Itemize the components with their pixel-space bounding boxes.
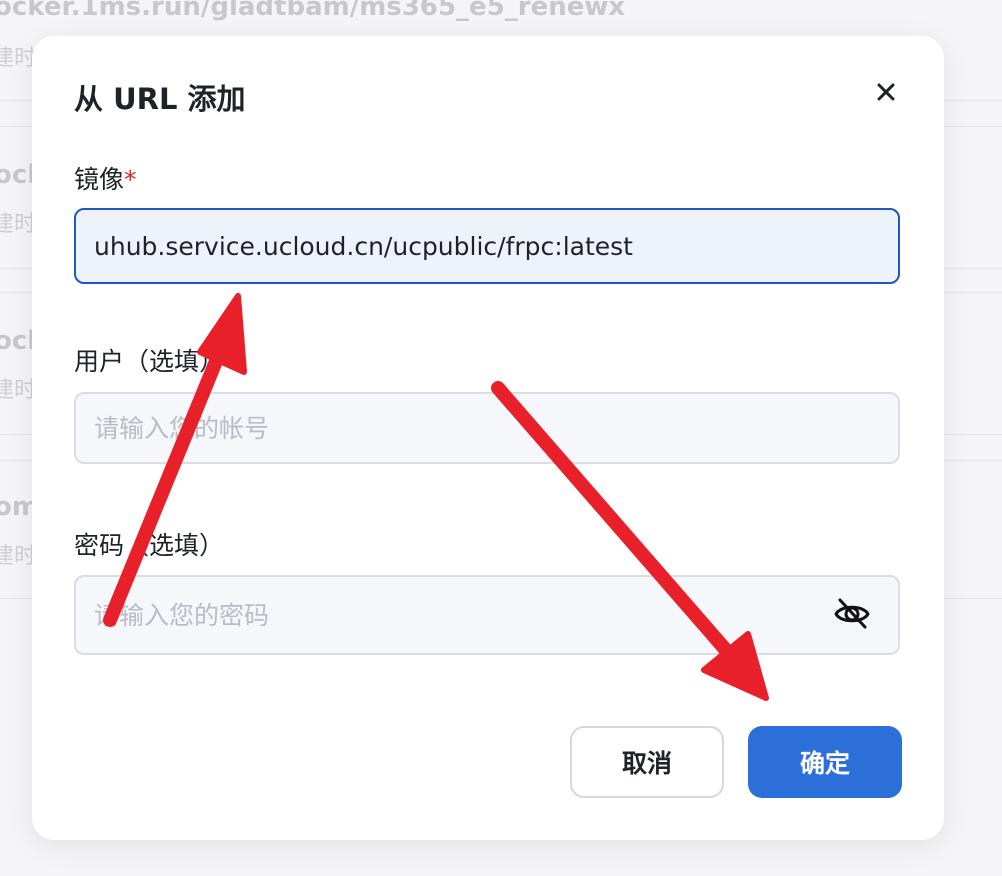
- required-mark: *: [124, 165, 137, 194]
- close-icon: [877, 83, 895, 101]
- confirm-button[interactable]: 确定: [748, 726, 902, 798]
- list-item-subtitle: 建时: [0, 46, 37, 71]
- add-from-url-dialog: 从 URL 添加 镜像* 用户（选填） 密码（选填） 取消 确定: [32, 36, 944, 840]
- list-item-subtitle: 建时: [0, 544, 37, 569]
- eye-slash-icon: [834, 598, 870, 629]
- close-button[interactable]: [872, 78, 900, 106]
- password-field-label: 密码（选填）: [74, 531, 225, 560]
- image-field-label: 镜像*: [74, 160, 137, 196]
- password-input[interactable]: [74, 575, 900, 655]
- list-item-subtitle: 建时: [0, 378, 37, 403]
- dialog-title: 从 URL 添加: [74, 82, 246, 116]
- cancel-button[interactable]: 取消: [570, 726, 724, 798]
- user-field-label: 用户（选填）: [74, 347, 225, 376]
- password-visibility-toggle[interactable]: [832, 594, 872, 634]
- list-item-subtitle: 建时: [0, 212, 37, 237]
- username-input[interactable]: [74, 392, 900, 464]
- image-input[interactable]: [74, 208, 900, 284]
- list-item-title: ocker.1ms.run/gladtbam/ms365_e5_renewx: [0, 0, 626, 22]
- image-label-text: 镜像: [74, 165, 125, 194]
